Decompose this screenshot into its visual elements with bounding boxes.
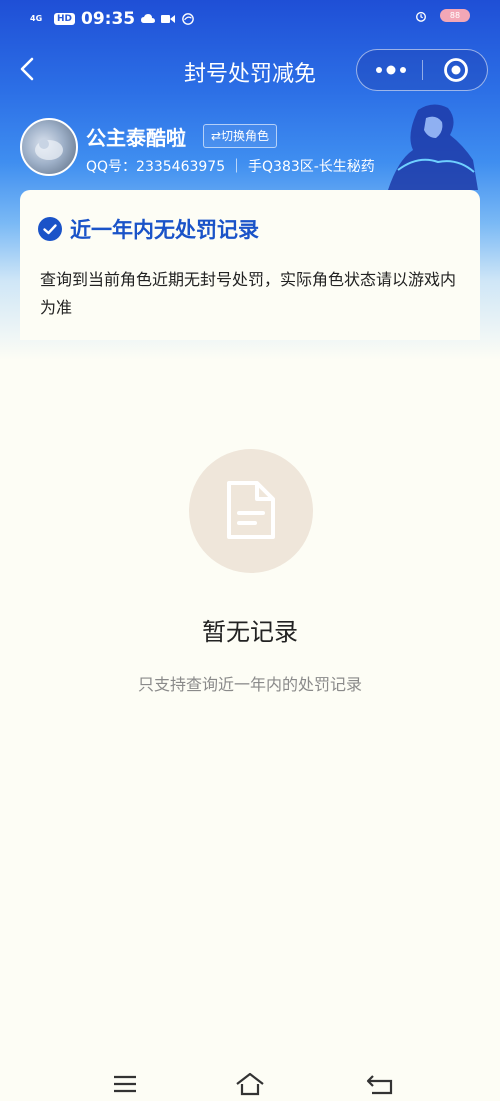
network-indicator: 4G xyxy=(30,14,43,23)
check-circle-icon xyxy=(38,217,62,241)
username: 公主泰酷啦 xyxy=(86,126,186,150)
status-bar: 4G HD 09:35 88 xyxy=(0,0,500,38)
carrier-icon xyxy=(182,13,194,25)
cloud-icon xyxy=(141,14,156,23)
status-card: 近一年内无处罚记录 查询到当前角色近期无封号处罚，实际角色状态请以游戏内为准 xyxy=(20,190,480,340)
hd-badge: HD xyxy=(54,13,76,25)
system-navigation-bar xyxy=(0,1055,500,1101)
status-time: 09:35 xyxy=(81,9,136,29)
more-icon[interactable] xyxy=(373,58,409,82)
empty-state-illustration xyxy=(189,449,313,573)
navigation-bar: 封号处罚减免 xyxy=(0,44,500,94)
card-title: 近一年内无处罚记录 xyxy=(70,218,259,242)
hero-character-illustration xyxy=(388,104,478,190)
empty-state-subtitle: 只支持查询近一年内的处罚记录 xyxy=(137,675,362,694)
alarm-icon xyxy=(416,11,426,22)
miniprogram-capsule xyxy=(356,49,488,91)
battery-indicator: 88 xyxy=(440,9,470,22)
empty-state-title: 暂无记录 xyxy=(202,618,298,646)
document-icon xyxy=(227,481,275,539)
home-icon[interactable] xyxy=(234,1071,266,1097)
return-icon[interactable] xyxy=(364,1071,396,1097)
target-icon[interactable] xyxy=(443,57,469,83)
avatar[interactable] xyxy=(20,118,78,176)
capsule-divider xyxy=(422,60,423,80)
video-icon xyxy=(161,15,176,23)
menu-icon[interactable] xyxy=(109,1071,141,1097)
account-info: QQ号：2335463975 ｜ 手Q383区-长生秘药 xyxy=(86,159,375,175)
card-description: 查询到当前角色近期无封号处罚，实际角色状态请以游戏内为准 xyxy=(40,270,457,317)
switch-role-button[interactable]: ⇄切换角色 xyxy=(203,124,278,148)
